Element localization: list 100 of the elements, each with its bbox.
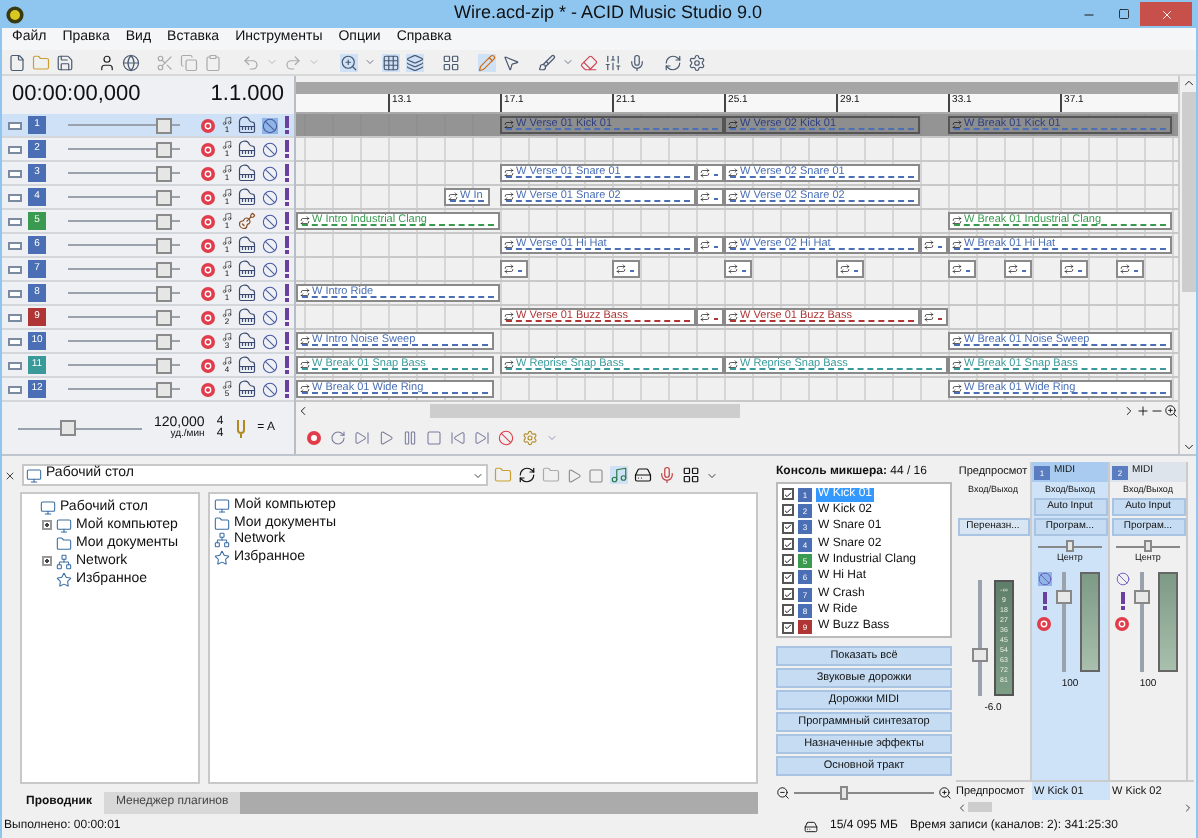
keyboard-icon[interactable] bbox=[238, 140, 256, 158]
clip[interactable] bbox=[696, 308, 725, 326]
clip[interactable] bbox=[948, 260, 977, 278]
slider-thumb[interactable] bbox=[155, 189, 172, 205]
clip[interactable] bbox=[696, 164, 725, 182]
scrollbar-thumb[interactable] bbox=[968, 802, 992, 812]
solo-icon[interactable] bbox=[284, 212, 290, 230]
collapse-icon[interactable] bbox=[8, 289, 22, 297]
clip[interactable] bbox=[724, 260, 753, 278]
fader-thumb[interactable] bbox=[1134, 589, 1150, 603]
clip[interactable] bbox=[696, 188, 725, 206]
solo-icon[interactable] bbox=[284, 356, 290, 374]
mute-icon[interactable] bbox=[262, 333, 278, 349]
save-icon[interactable] bbox=[56, 53, 74, 71]
pan-slider[interactable] bbox=[1116, 540, 1180, 552]
slider-thumb[interactable] bbox=[155, 381, 172, 397]
star-icon[interactable] bbox=[56, 571, 72, 587]
zoom-icon[interactable] bbox=[340, 53, 358, 71]
checkbox[interactable] bbox=[782, 488, 794, 501]
globe-icon[interactable] bbox=[122, 53, 140, 71]
zoom-out-icon[interactable] bbox=[776, 786, 790, 800]
scroll-right-icon[interactable] bbox=[1122, 404, 1136, 418]
checkbox[interactable] bbox=[782, 538, 794, 551]
volume-fader[interactable] bbox=[1056, 572, 1072, 672]
volume-slider[interactable] bbox=[68, 237, 180, 253]
computer-icon[interactable] bbox=[56, 517, 72, 533]
slider-thumb[interactable] bbox=[155, 333, 172, 349]
guitar-icon[interactable] bbox=[238, 212, 256, 230]
slider-thumb[interactable] bbox=[839, 786, 847, 800]
close-icon[interactable] bbox=[4, 469, 16, 481]
clip[interactable] bbox=[920, 236, 949, 254]
solo-icon[interactable] bbox=[284, 308, 290, 326]
expand-icon[interactable] bbox=[42, 520, 52, 530]
scroll-left-icon[interactable] bbox=[296, 404, 310, 418]
volume-slider[interactable] bbox=[68, 357, 180, 373]
clip[interactable] bbox=[836, 260, 865, 278]
volume-slider[interactable] bbox=[68, 381, 180, 397]
slider-thumb[interactable] bbox=[1144, 540, 1152, 552]
mute-icon[interactable] bbox=[262, 357, 278, 373]
grid-icon[interactable] bbox=[442, 53, 460, 71]
midi-channel-icon[interactable] bbox=[222, 380, 232, 390]
midi-channel-icon[interactable] bbox=[222, 116, 232, 126]
slider-thumb[interactable] bbox=[59, 420, 76, 436]
zoom-in-icon[interactable] bbox=[938, 786, 952, 800]
solo-icon[interactable] bbox=[284, 140, 290, 158]
mute-icon[interactable] bbox=[262, 285, 278, 301]
keyboard-icon[interactable] bbox=[238, 356, 256, 374]
refresh-icon[interactable] bbox=[664, 53, 682, 71]
scroll-down-icon[interactable] bbox=[1181, 440, 1195, 454]
collapse-icon[interactable] bbox=[8, 337, 22, 345]
mute-icon[interactable] bbox=[262, 261, 278, 277]
mute-icon[interactable] bbox=[262, 189, 278, 205]
person-icon[interactable] bbox=[98, 53, 116, 71]
go-to-end-icon[interactable] bbox=[474, 429, 490, 445]
volume-slider[interactable] bbox=[68, 189, 180, 205]
collapse-icon[interactable] bbox=[8, 169, 22, 177]
go-to-start-icon[interactable] bbox=[450, 429, 466, 445]
pause-icon[interactable] bbox=[402, 429, 418, 445]
slider-thumb[interactable] bbox=[155, 261, 172, 277]
keyboard-icon[interactable] bbox=[238, 164, 256, 182]
scroll-up-icon[interactable] bbox=[1181, 76, 1195, 90]
slider-thumb[interactable] bbox=[155, 213, 172, 229]
layers-icon[interactable] bbox=[406, 53, 424, 71]
fader-thumb[interactable] bbox=[972, 647, 988, 662]
midi-channel-icon[interactable] bbox=[222, 188, 232, 198]
volume-slider[interactable] bbox=[68, 261, 180, 277]
record-arm-icon[interactable] bbox=[1036, 616, 1052, 632]
solo-icon[interactable] bbox=[1119, 592, 1125, 610]
collapse-icon[interactable] bbox=[8, 145, 22, 153]
vertical-scrollbar[interactable] bbox=[1178, 76, 1196, 454]
collapse-icon[interactable] bbox=[8, 241, 22, 249]
solo-icon[interactable] bbox=[1041, 592, 1047, 610]
checkbox[interactable] bbox=[782, 604, 794, 617]
volume-fader[interactable] bbox=[1134, 572, 1150, 672]
mute-icon[interactable] bbox=[262, 117, 278, 133]
collapse-icon[interactable] bbox=[8, 313, 22, 321]
brush-icon[interactable] bbox=[538, 53, 556, 71]
collapse-icon[interactable] bbox=[8, 121, 22, 129]
midi-channel-icon[interactable] bbox=[222, 164, 232, 174]
midi-channel-icon[interactable] bbox=[222, 284, 232, 294]
clip[interactable] bbox=[500, 260, 529, 278]
checkbox[interactable] bbox=[782, 571, 794, 584]
checkbox[interactable] bbox=[782, 554, 794, 567]
clip[interactable] bbox=[1116, 260, 1145, 278]
play-from-start-icon[interactable] bbox=[354, 429, 370, 445]
solo-icon[interactable] bbox=[284, 164, 290, 182]
refresh-icon[interactable] bbox=[518, 466, 536, 484]
record-arm-icon[interactable] bbox=[1114, 616, 1130, 632]
caret-icon[interactable] bbox=[706, 469, 718, 481]
clip[interactable] bbox=[612, 260, 641, 278]
mute-icon[interactable] bbox=[262, 213, 278, 229]
solo-icon[interactable] bbox=[284, 380, 290, 398]
mute-icon[interactable] bbox=[262, 309, 278, 325]
checkbox[interactable] bbox=[782, 521, 794, 534]
collapse-icon[interactable] bbox=[8, 217, 22, 225]
midi-channel-icon[interactable] bbox=[222, 260, 232, 270]
slider-thumb[interactable] bbox=[155, 285, 172, 301]
keyboard-icon[interactable] bbox=[238, 308, 256, 326]
midi-channel-icon[interactable] bbox=[222, 308, 232, 318]
midi-channel-icon[interactable] bbox=[222, 140, 232, 150]
